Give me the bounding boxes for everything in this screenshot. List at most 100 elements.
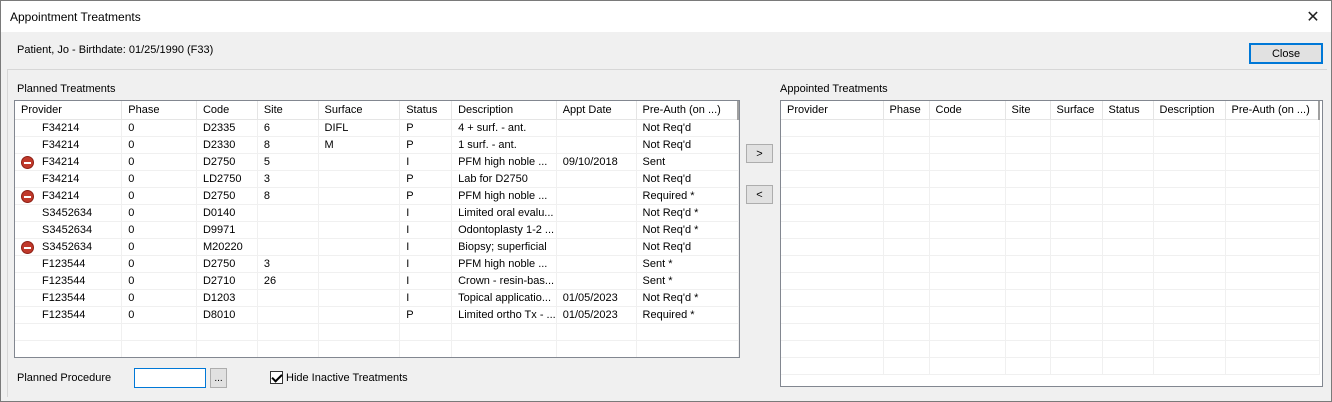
column-header[interactable]: Appt Date	[556, 101, 637, 120]
empty-cell	[196, 340, 258, 357]
table-row[interactable]: F123544 0 D2710 26 I Crown - resin-bas... Sent…	[15, 272, 739, 290]
empty-row	[781, 323, 1320, 341]
cell-preauth: Sent *	[636, 255, 739, 273]
cell-status: I	[399, 153, 453, 171]
column-header[interactable]: Description	[1153, 101, 1226, 120]
cell-preauth: Required *	[636, 306, 739, 324]
empty-cell	[929, 136, 1006, 154]
move-to-planned-button[interactable]: <	[746, 185, 773, 204]
column-header[interactable]: Provider	[15, 101, 123, 120]
empty-cell	[1050, 340, 1103, 358]
empty-cell	[883, 187, 930, 205]
empty-cell	[1005, 272, 1051, 290]
empty-cell	[1005, 357, 1051, 375]
cell-appt-date: 01/05/2023	[556, 306, 637, 324]
planned-procedure-input[interactable]	[134, 368, 206, 388]
cell-preauth: Not Req'd *	[636, 289, 739, 307]
column-header[interactable]: Status	[1102, 101, 1154, 120]
table-row[interactable]: F34214 0 D2750 8 P PFM high noble ... Required…	[15, 187, 739, 205]
empty-cell	[1050, 221, 1103, 239]
column-header[interactable]: Phase	[121, 101, 197, 120]
empty-cell	[196, 323, 258, 341]
empty-cell	[1153, 306, 1226, 324]
close-button[interactable]: Close	[1249, 43, 1323, 64]
cell-provider: F34214	[15, 170, 123, 188]
empty-cell	[1153, 221, 1226, 239]
empty-cell	[1102, 255, 1154, 273]
empty-cell	[1102, 238, 1154, 256]
close-window-icon[interactable]: ✕	[1295, 1, 1331, 32]
empty-cell	[929, 153, 1006, 171]
column-header[interactable]: Pre-Auth (on ...)	[1225, 101, 1320, 120]
empty-cell	[1005, 187, 1051, 205]
empty-cell	[1153, 289, 1226, 307]
empty-cell	[929, 221, 1006, 239]
hide-inactive-label[interactable]: Hide Inactive Treatments	[286, 372, 408, 384]
empty-cell	[929, 289, 1006, 307]
empty-cell	[1153, 204, 1226, 222]
table-row[interactable]: F123544 0 D8010 P Limited ortho Tx - ... 01/0…	[15, 306, 739, 324]
column-header[interactable]: Phase	[883, 101, 930, 120]
cell-surface: M	[318, 136, 401, 154]
table-row[interactable]: F34214 0 LD2750 3 P Lab for D2750 Not Req'd	[15, 170, 739, 188]
empty-cell	[1050, 306, 1103, 324]
empty-cell	[929, 306, 1006, 324]
empty-cell	[929, 187, 1006, 205]
cell-site: 8	[257, 187, 319, 205]
column-header[interactable]: Code	[196, 101, 258, 120]
column-header[interactable]: Site	[257, 101, 319, 120]
empty-cell	[1050, 238, 1103, 256]
cell-status: P	[399, 119, 453, 137]
table-row[interactable]: S3452634 0 D0140 I Limited oral evalu... Not …	[15, 204, 739, 222]
column-header[interactable]: Description	[451, 101, 557, 120]
empty-cell	[1102, 187, 1154, 205]
cell-description: Limited ortho Tx - ...	[451, 306, 557, 324]
table-row[interactable]: F34214 0 D2330 8 M P 1 surf. - ant. Not Req'd	[15, 136, 739, 154]
cell-appt-date	[556, 272, 637, 290]
cell-phase: 0	[121, 136, 197, 154]
column-header[interactable]: Provider	[781, 101, 884, 120]
table-row[interactable]: F34214 0 D2335 6 DIFL P 4 + surf. - ant. Not Re…	[15, 119, 739, 137]
table-row[interactable]: F123544 0 D1203 I Topical applicatio... 01/05…	[15, 289, 739, 307]
empty-cell	[929, 238, 1006, 256]
empty-cell	[1050, 204, 1103, 222]
cell-provider: S3452634	[15, 204, 123, 222]
empty-cell	[1102, 340, 1154, 358]
table-row[interactable]: S3452634 0 M20220 I Biopsy; superficial Not R…	[15, 238, 739, 256]
empty-cell	[781, 221, 884, 239]
empty-cell	[1225, 187, 1320, 205]
empty-cell	[1005, 170, 1051, 188]
cell-appt-date: 09/10/2018	[556, 153, 637, 171]
move-to-appointed-button[interactable]: >	[746, 144, 773, 163]
column-header[interactable]: Status	[399, 101, 453, 120]
table-row[interactable]: S3452634 0 D9971 I Odontoplasty 1-2 ... Not R…	[15, 221, 739, 239]
cell-description: Topical applicatio...	[451, 289, 557, 307]
empty-cell	[1153, 119, 1226, 137]
empty-cell	[1153, 255, 1226, 273]
planned-treatments-grid[interactable]: Provider Phase Code Site Surface Status Descri…	[14, 100, 740, 358]
column-header[interactable]: Surface	[318, 101, 401, 120]
column-header[interactable]: Surface	[1050, 101, 1103, 120]
planned-procedure-browse-button[interactable]: ...	[210, 368, 227, 388]
empty-cell	[1225, 289, 1320, 307]
cell-status: P	[399, 306, 453, 324]
column-header[interactable]: Site	[1005, 101, 1051, 120]
appointed-treatments-grid[interactable]: Provider Phase Code Site Surface Status Descri…	[780, 100, 1323, 387]
cell-site	[257, 238, 319, 256]
table-row[interactable]: F34214 0 D2750 5 I PFM high noble ... 09/10/20…	[15, 153, 739, 171]
cell-code: M20220	[196, 238, 258, 256]
empty-cell	[883, 204, 930, 222]
hide-inactive-checkbox[interactable]	[270, 371, 283, 384]
empty-cell	[1102, 119, 1154, 137]
empty-cell	[929, 357, 1006, 375]
empty-cell	[1225, 340, 1320, 358]
cell-description: Crown - resin-bas...	[451, 272, 557, 290]
empty-cell	[257, 340, 319, 357]
empty-cell	[1102, 204, 1154, 222]
cell-phase: 0	[121, 187, 197, 205]
empty-cell	[1225, 136, 1320, 154]
table-row[interactable]: F123544 0 D2750 3 I PFM high noble ... Sent *	[15, 255, 739, 273]
column-header[interactable]: Pre-Auth (on ...)	[636, 101, 739, 120]
cell-phase: 0	[121, 238, 197, 256]
column-header[interactable]: Code	[929, 101, 1006, 120]
